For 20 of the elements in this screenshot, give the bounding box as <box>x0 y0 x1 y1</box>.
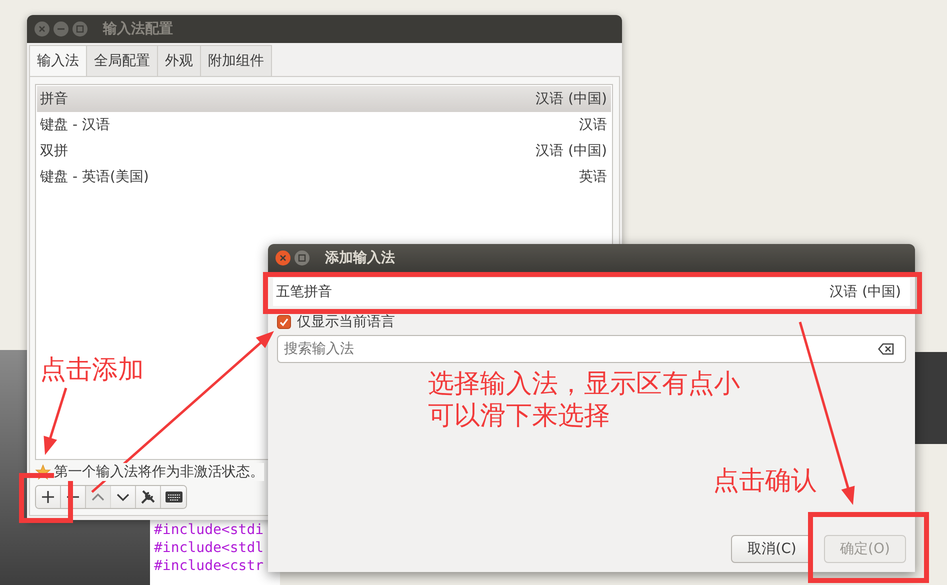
method-language: 汉语 (中国) <box>536 142 607 160</box>
method-language: 汉语 <box>579 116 607 134</box>
code-line: #include<cstr <box>154 557 265 575</box>
method-name: 键盘 - 汉语 <box>40 116 110 134</box>
method-language: 英语 <box>579 168 607 186</box>
code-line: #include<stdi <box>154 521 265 539</box>
window-title: 添加输入法 <box>325 249 395 267</box>
annotation-text: 点击确认 <box>713 465 817 497</box>
annotation-text: 可以滑下来选择 <box>428 400 611 432</box>
window-title: 输入法配置 <box>103 20 173 38</box>
code-line: #include<stdl <box>154 539 265 557</box>
method-name: 键盘 - 英语(美国) <box>40 168 149 186</box>
method-language: 汉语 (中国) <box>830 283 901 301</box>
checkbox-label: 仅显示当前语言 <box>297 313 395 331</box>
method-name: 拼音 <box>40 90 68 108</box>
annotation-text: 点击添加 <box>40 354 144 386</box>
method-language: 汉语 (中国) <box>536 90 607 108</box>
method-name: 五笔拼音 <box>276 283 332 301</box>
method-name: 双拼 <box>40 142 68 160</box>
annotation-text: 选择输入法，显示区有点小 <box>428 368 740 400</box>
